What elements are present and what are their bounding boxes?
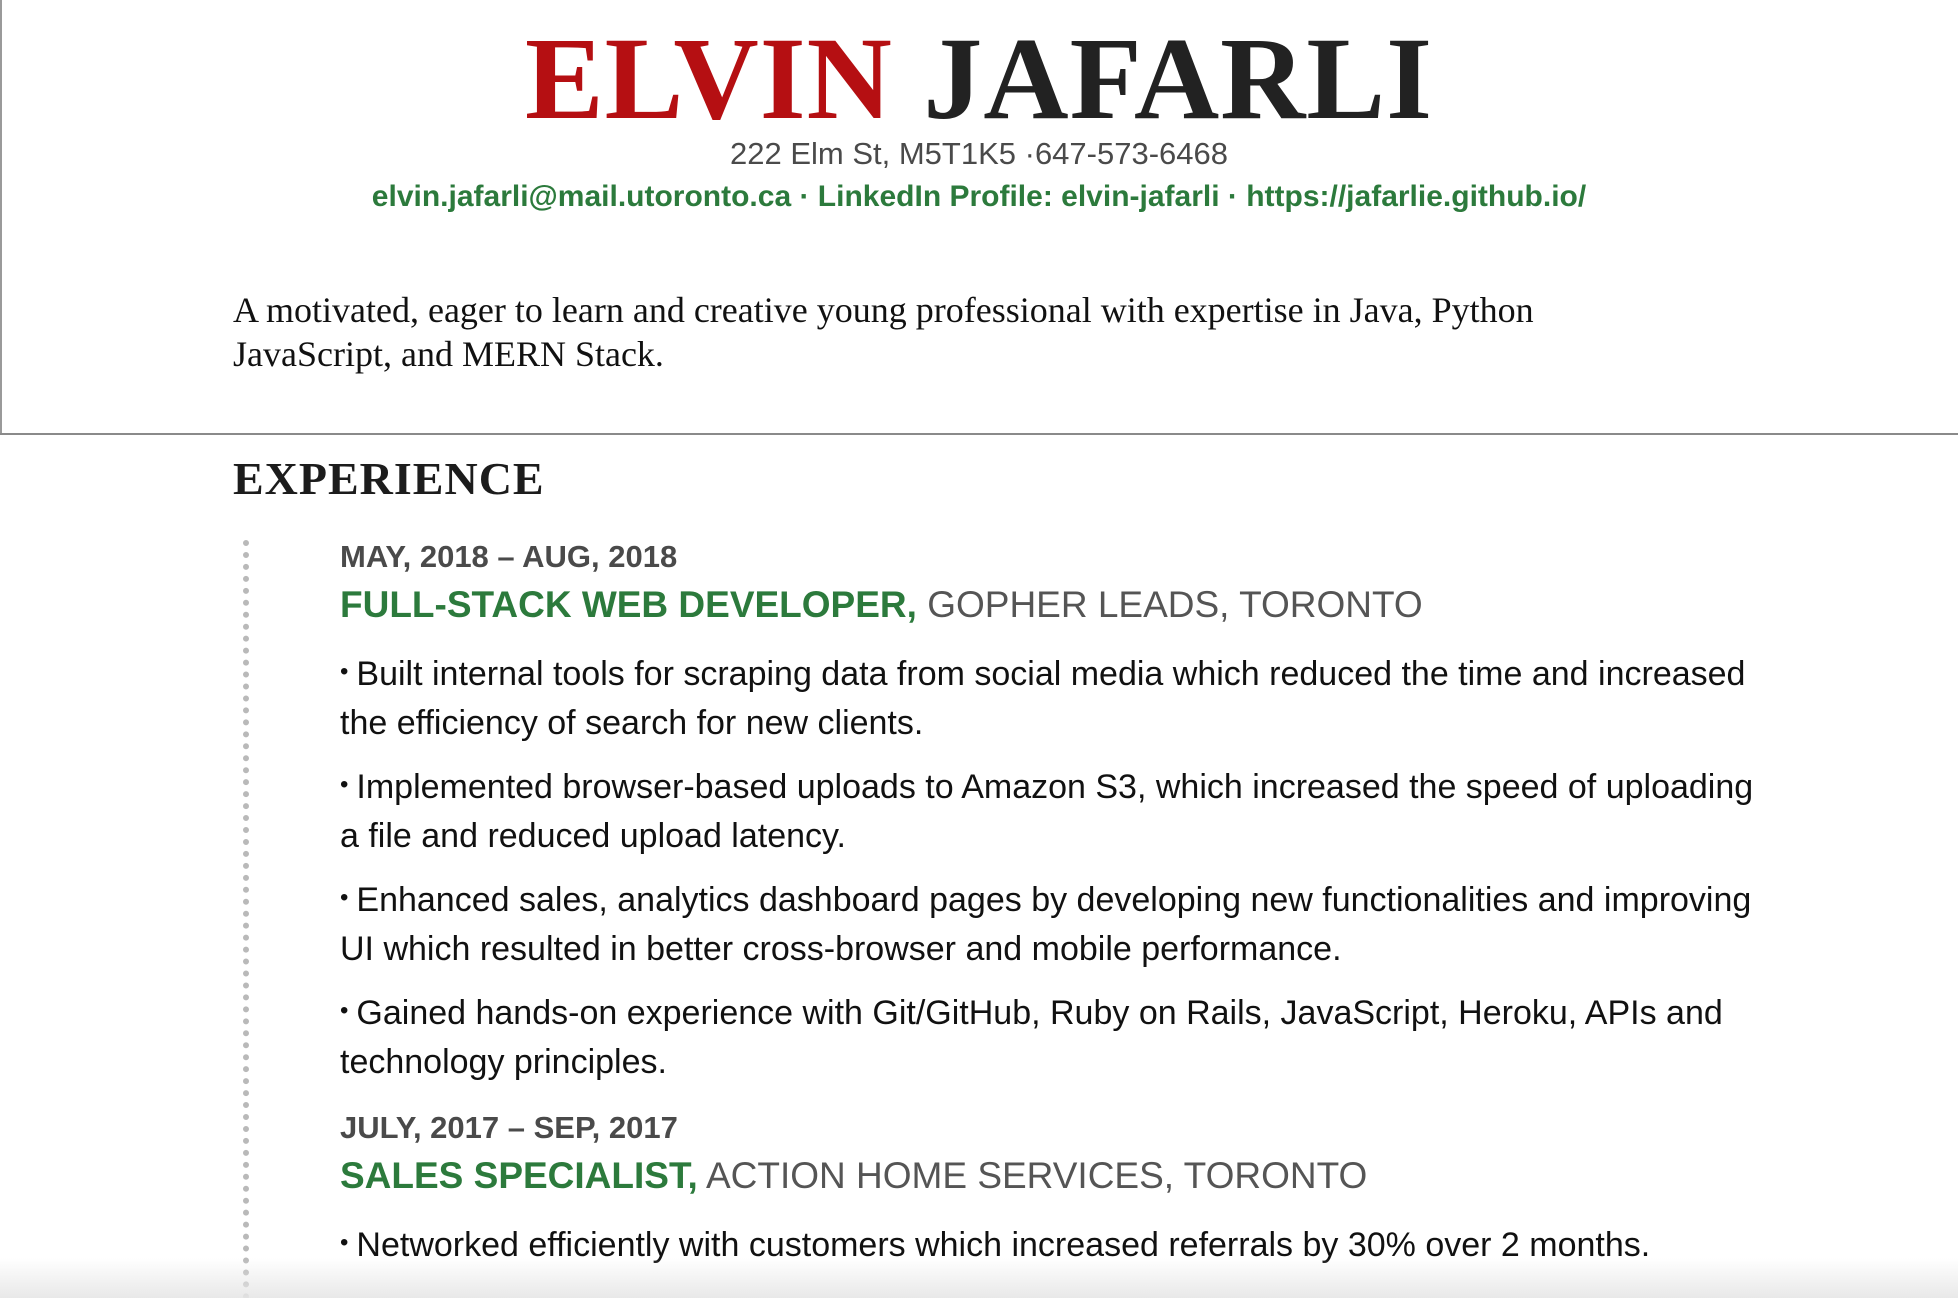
list-item: • Implemented browser-based uploads to Am… <box>340 760 1760 861</box>
job-company: ACTION HOME SERVICES, TORONTO <box>705 1155 1368 1196</box>
section-divider <box>0 433 1958 435</box>
job-company: GOPHER LEADS, TORONTO <box>927 584 1423 625</box>
job-entry: MAY, 2018 – AUG, 2018 FULL-STACK WEB DEV… <box>340 537 1760 1099</box>
bullet-icon: • <box>340 1229 349 1256</box>
job-heading: FULL-STACK WEB DEVELOPER, GOPHER LEADS, … <box>340 581 1760 629</box>
contact-links[interactable]: elvin.jafarli@mail.utoronto.ca · LinkedI… <box>0 180 1958 214</box>
bullet-text: Built internal tools for scraping data f… <box>340 655 1746 742</box>
address-phone: 222 Elm St, M5T1K5 ·647-573-6468 <box>730 136 1228 171</box>
experience-heading: EXPERIENCE <box>233 453 545 504</box>
bullet-icon: • <box>340 997 349 1024</box>
job-title: SALES SPECIALIST, <box>340 1155 698 1196</box>
resume-page: ELVIN JAFARLI 222 Elm St, M5T1K5 ·647-57… <box>0 0 1958 1298</box>
job-bullets: • Built internal tools for scraping data … <box>340 647 1760 1087</box>
list-item: • Gained hands-on experience with Git/Git… <box>340 986 1760 1087</box>
job-heading: SALES SPECIALIST, ACTION HOME SERVICES, … <box>340 1152 1760 1200</box>
bullet-icon: • <box>340 771 349 798</box>
page-bottom-shadow <box>0 1258 1958 1298</box>
bullet-text: Implemented browser-based uploads to Ama… <box>340 768 1754 855</box>
first-name: ELVIN <box>524 13 893 144</box>
job-dates: MAY, 2018 – AUG, 2018 <box>340 539 678 574</box>
list-item: • Built internal tools for scraping data … <box>340 647 1760 748</box>
candidate-name: ELVIN JAFARLI <box>0 14 1958 144</box>
list-item: • Enhanced sales, analytics dashboard pag… <box>340 873 1760 974</box>
profile-summary: A motivated, eager to learn and creative… <box>233 290 1534 374</box>
bullet-icon: • <box>340 658 349 685</box>
last-name: JAFARLI <box>923 13 1434 144</box>
job-title: FULL-STACK WEB DEVELOPER, <box>340 584 917 625</box>
job-entry: JULY, 2017 – SEP, 2017 SALES SPECIALIST,… <box>340 1108 1760 1282</box>
bullet-text: Enhanced sales, analytics dashboard page… <box>340 881 1752 968</box>
bullet-text: Gained hands-on experience with Git/GitH… <box>340 994 1723 1081</box>
experience-timeline-line <box>243 540 249 1298</box>
bullet-icon: • <box>340 884 349 911</box>
job-dates: JULY, 2017 – SEP, 2017 <box>340 1110 678 1145</box>
